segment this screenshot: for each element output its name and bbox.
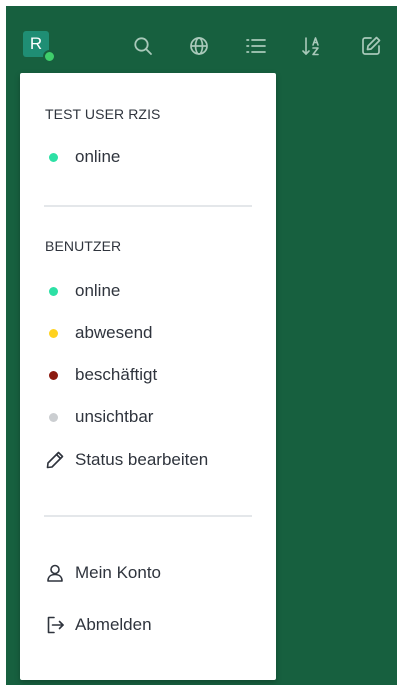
app-frame: R TEST USER RZIS online BENUTZER online … [6, 6, 397, 685]
sort-button[interactable] [298, 32, 326, 60]
user-icon [44, 562, 66, 584]
globe-icon [189, 36, 209, 56]
sidebar-header: R [6, 6, 397, 72]
status-option-label: abwesend [75, 323, 153, 342]
status-section-title: BENUTZER [45, 238, 122, 254]
divider [44, 515, 252, 517]
current-user-name: TEST USER RZIS [45, 106, 161, 122]
status-option-away[interactable]: abwesend [44, 321, 153, 345]
directory-button[interactable] [185, 32, 213, 60]
sort-alpha-icon [301, 35, 323, 57]
status-option-busy[interactable]: beschäftigt [44, 363, 157, 387]
avatar-status-indicator [43, 50, 56, 63]
pencil-icon [44, 449, 66, 471]
my-account-button[interactable]: Mein Konto [44, 561, 161, 585]
status-invisible-dot [49, 412, 58, 422]
status-online-dot [49, 286, 58, 296]
status-option-label: unsichtbar [75, 407, 154, 426]
status-online-dot [49, 152, 58, 162]
current-user-status: online [44, 145, 120, 169]
status-option-label: online [75, 281, 121, 300]
edit-status-button[interactable]: Status bearbeiten [44, 448, 208, 472]
list-icon [245, 36, 267, 56]
status-option-label: beschäftigt [75, 365, 158, 384]
create-new-button[interactable] [357, 32, 385, 60]
edit-icon [360, 35, 382, 57]
search-button[interactable] [129, 32, 157, 60]
search-icon [133, 36, 153, 56]
status-away-dot [49, 328, 58, 338]
logout-icon [44, 614, 66, 636]
status-option-invisible[interactable]: unsichtbar [44, 405, 153, 429]
status-option-online[interactable]: online [44, 279, 120, 303]
divider [44, 205, 252, 207]
logout-label: Abmelden [75, 615, 152, 634]
edit-status-label: Status bearbeiten [75, 450, 209, 469]
logout-button[interactable]: Abmelden [44, 613, 152, 637]
user-status-menu: TEST USER RZIS online BENUTZER online ab… [20, 73, 276, 680]
status-busy-dot [49, 370, 58, 380]
my-account-label: Mein Konto [75, 563, 161, 582]
view-mode-button[interactable] [242, 32, 270, 60]
current-user-status-label: online [75, 147, 121, 166]
